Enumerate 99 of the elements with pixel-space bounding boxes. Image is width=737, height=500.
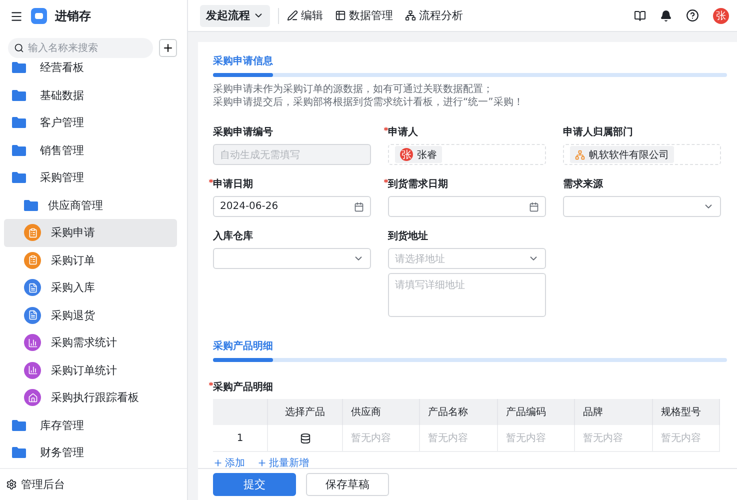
sidebar-item[interactable]: 采购退货 xyxy=(4,302,177,329)
required-icon xyxy=(384,127,388,131)
admin-link[interactable]: 管理后台 xyxy=(0,468,187,500)
add-row-link[interactable]: 添加 xyxy=(213,456,245,468)
folder-icon xyxy=(12,144,26,156)
member-field[interactable]: 张 张睿 xyxy=(388,144,546,165)
sidebar-item[interactable]: 采购管理 xyxy=(4,164,177,192)
field-label: 采购申请编号 xyxy=(213,126,273,139)
toolbar-button[interactable]: 编辑 xyxy=(287,4,323,26)
section-title: 采购产品明细 xyxy=(213,340,274,354)
add-button[interactable] xyxy=(159,39,177,57)
folder-icon xyxy=(12,447,26,458)
table-header: 选择产品 xyxy=(268,399,343,425)
toolbar-button[interactable]: 数据管理 xyxy=(335,4,393,26)
folder-icon xyxy=(12,90,26,101)
notification-icon[interactable] xyxy=(660,10,672,22)
table-header: 产品编码 xyxy=(498,399,575,425)
avatar-icon: 张 xyxy=(400,148,413,161)
folder-icon xyxy=(24,200,38,211)
table-cell: 1 xyxy=(213,425,268,452)
folder-icon xyxy=(12,62,26,74)
table-icon xyxy=(335,10,346,21)
required-icon xyxy=(209,382,213,386)
required-icon xyxy=(209,179,213,183)
pen-icon xyxy=(287,10,298,21)
flow-chart-icon xyxy=(405,10,416,21)
folder-icon xyxy=(12,420,26,431)
description-text: 采购申请未作为采购订单的源数据，如有可通过关联数据配置； xyxy=(213,83,494,96)
book-icon[interactable] xyxy=(634,10,646,22)
date-field[interactable]: 2024-06-26 xyxy=(213,196,371,217)
folder-icon xyxy=(12,172,26,184)
sidebar-item[interactable]: 采购订单统计 xyxy=(4,356,177,384)
table-cell: 暂无内容 xyxy=(653,425,720,452)
field-label: 申请人 xyxy=(388,126,418,139)
field-label: 申请人归属部门 xyxy=(563,125,633,139)
folder-icon xyxy=(12,117,26,128)
add-row-link[interactable]: 批量新增 xyxy=(257,456,309,468)
org-chart-icon xyxy=(575,150,585,160)
table-cell[interactable] xyxy=(268,425,343,452)
table-label: 采购产品明细 xyxy=(213,380,273,394)
plus-icon xyxy=(162,42,174,54)
toolbar-button[interactable]: 流程分析 xyxy=(405,4,463,26)
plus-icon xyxy=(213,458,223,468)
sidebar-item[interactable]: 采购申请 xyxy=(4,219,177,246)
clipboard-icon xyxy=(24,224,41,242)
sidebar-item[interactable]: 采购入库 xyxy=(4,274,177,302)
field-label: 到货需求日期 xyxy=(388,178,448,191)
department-field[interactable]: 帆软软件有限公司 xyxy=(563,144,721,165)
submit-button[interactable]: 提交 xyxy=(213,473,296,496)
app-title: 进销存 xyxy=(55,8,91,24)
table-cell: 暂无内容 xyxy=(343,425,420,452)
table-header: 品牌 xyxy=(575,399,653,425)
field-label: 入库仓库 xyxy=(213,229,253,243)
required-icon xyxy=(384,179,388,183)
product-picker-icon[interactable] xyxy=(300,432,310,444)
settings-icon xyxy=(6,479,17,490)
sidebar-item[interactable]: 销售管理 xyxy=(4,136,177,164)
select-field[interactable] xyxy=(213,248,371,269)
sidebar-item[interactable]: 供应商管理 xyxy=(4,192,177,219)
description-text: 采购申请提交后，采购部将根据到货需求统计看板，进行“统一”采购！ xyxy=(213,96,524,109)
app-logo-icon xyxy=(31,8,47,24)
select-field[interactable] xyxy=(563,196,721,217)
sidebar-item[interactable]: 采购需求统计 xyxy=(4,329,177,356)
table-cell: 暂无内容 xyxy=(575,425,653,452)
calendar-icon xyxy=(529,202,539,212)
table-header: 产品名称 xyxy=(420,399,498,425)
help-icon[interactable] xyxy=(686,9,699,22)
document-icon xyxy=(24,279,41,296)
calendar-icon xyxy=(354,202,364,212)
sidebar-item[interactable]: 库存管理 xyxy=(4,412,177,439)
text-field: 自动生成无需填写 xyxy=(213,144,371,165)
house-icon xyxy=(24,389,41,406)
bar-chart-icon xyxy=(24,362,41,379)
menu-icon[interactable] xyxy=(10,10,23,22)
save-draft-button[interactable]: 保存草稿 xyxy=(306,473,389,496)
sidebar-item[interactable]: 基础数据 xyxy=(4,82,177,109)
sidebar-item[interactable]: 采购订单 xyxy=(4,246,177,274)
field-label: 申请日期 xyxy=(213,178,253,191)
department-tag: 帆软软件有限公司 xyxy=(570,146,674,163)
document-icon xyxy=(24,306,41,324)
field-label: 需求来源 xyxy=(563,178,603,191)
sidebar-item[interactable]: 财务管理 xyxy=(4,439,177,466)
plus-icon xyxy=(257,458,267,468)
date-field[interactable] xyxy=(388,196,546,217)
section-title: 采购申请信息 xyxy=(213,54,274,69)
table-header xyxy=(213,399,268,425)
search-icon xyxy=(14,43,24,53)
toolbar-button[interactable]: 发起流程 xyxy=(200,4,270,26)
member-tag: 张 张睿 xyxy=(395,146,442,163)
table-header: 供应商 xyxy=(343,399,420,425)
clipboard-icon xyxy=(24,252,41,269)
field-label: 到货地址 xyxy=(388,230,428,243)
sidebar-item[interactable]: 采购执行跟踪看板 xyxy=(4,384,177,412)
table-header: 规格型号 xyxy=(653,399,720,425)
bar-chart-icon xyxy=(24,334,41,352)
table-cell: 暂无内容 xyxy=(498,425,575,452)
user-avatar[interactable]: 张 xyxy=(713,8,729,24)
sidebar-item[interactable]: 客户管理 xyxy=(4,109,177,136)
table-cell: 暂无内容 xyxy=(420,425,498,452)
